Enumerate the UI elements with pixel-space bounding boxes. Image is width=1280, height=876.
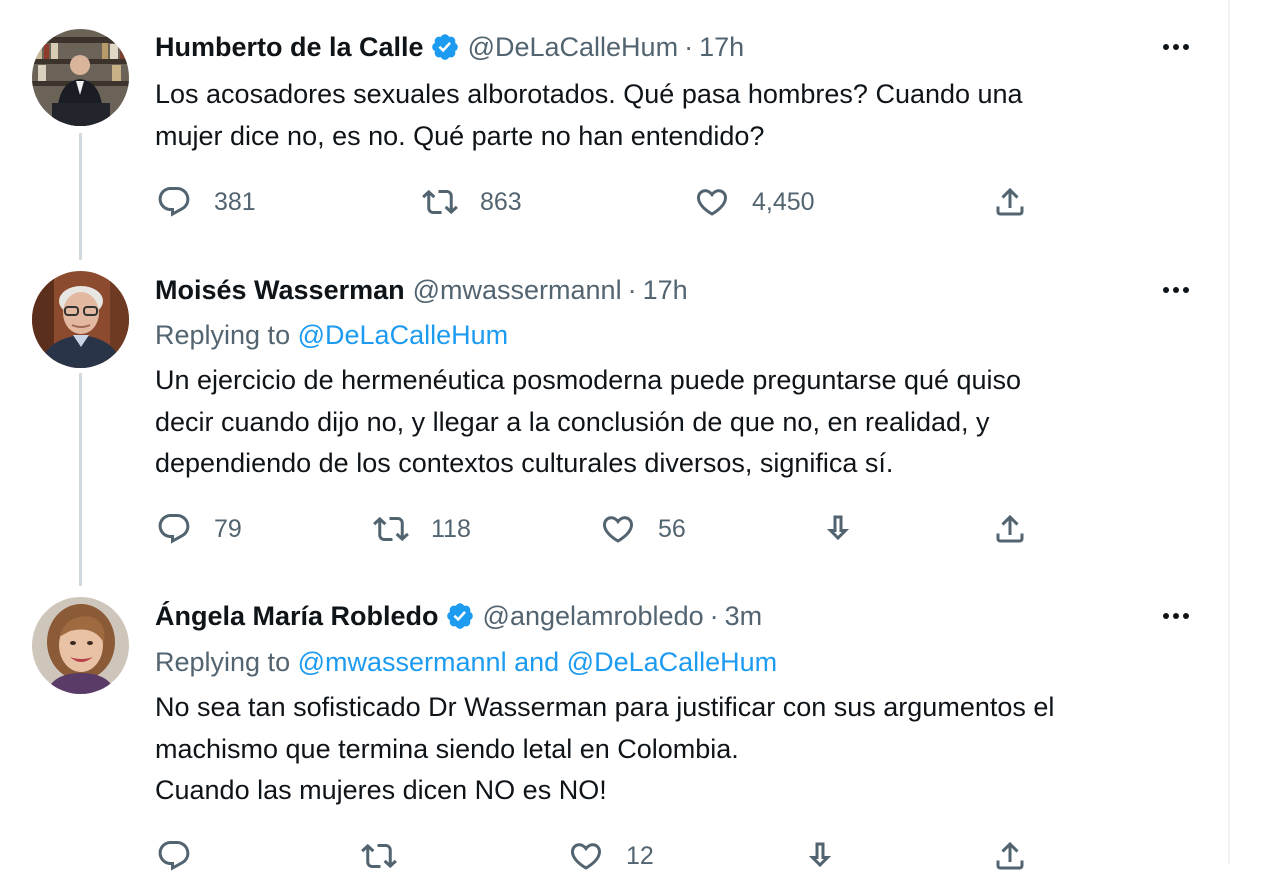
timestamp[interactable]: 17h bbox=[643, 272, 688, 308]
share-icon bbox=[992, 184, 1028, 220]
retweet-icon bbox=[373, 511, 409, 547]
downvote-button[interactable] bbox=[820, 509, 856, 549]
like-button[interactable]: 4,450 bbox=[694, 182, 815, 222]
like-button[interactable]: 12 bbox=[568, 836, 654, 876]
separator-dot: · bbox=[709, 601, 719, 631]
share-icon bbox=[992, 511, 1028, 547]
author-handle[interactable]: @mwassermannl bbox=[413, 272, 622, 308]
author-name[interactable]: Ángela María Robledo bbox=[155, 598, 439, 634]
verified-badge-icon bbox=[445, 601, 475, 631]
retweet-button[interactable]: 118 bbox=[373, 509, 471, 549]
separator-dot: · bbox=[627, 275, 637, 305]
like-count: 4,450 bbox=[752, 187, 815, 216]
author-handle[interactable]: @DeLaCalleHum bbox=[468, 29, 679, 65]
separator-dot: · bbox=[684, 32, 694, 62]
reply-count: 381 bbox=[214, 187, 256, 216]
like-icon bbox=[568, 838, 604, 874]
downvote-icon bbox=[802, 838, 838, 874]
tweet-text-line: Cuando las mujeres dicen NO es NO! bbox=[155, 775, 607, 805]
verified-badge-icon bbox=[430, 32, 460, 62]
downvote-icon bbox=[820, 511, 856, 547]
tweet-text-line: decir cuando dijo no, y llegar a la conc… bbox=[155, 406, 990, 437]
like-icon bbox=[600, 511, 636, 547]
tweet-text-line: dependiendo de los contextos culturales … bbox=[155, 448, 894, 478]
tweet-2[interactable]: Moisés Wasserman @mwassermannl · 17h Rep… bbox=[0, 260, 1228, 586]
reply-button[interactable]: 381 bbox=[156, 182, 256, 222]
more-options-icon[interactable] bbox=[1156, 598, 1196, 634]
tweet-header: Humberto de la Calle @DeLaCalleHum · 17h bbox=[155, 29, 744, 65]
more-options-icon[interactable] bbox=[1156, 272, 1196, 308]
replying-to-prefix: Replying to bbox=[155, 320, 291, 350]
share-icon bbox=[992, 838, 1028, 874]
tweet-text-line: Un ejercicio de hermenéutica posmoderna … bbox=[155, 365, 1022, 395]
tweet-text: No sea tan sofisticado Dr Wasserman para… bbox=[155, 687, 1205, 812]
reply-button[interactable] bbox=[156, 836, 192, 876]
replying-to: Replying to @mwassermannl and @DeLaCalle… bbox=[155, 643, 777, 681]
mention-link[interactable]: @mwassermannl bbox=[298, 647, 507, 677]
tweet-1[interactable]: Humberto de la Calle @DeLaCalleHum · 17h… bbox=[0, 0, 1228, 260]
avatar-angela[interactable] bbox=[32, 597, 129, 694]
replying-to: Replying to @DeLaCalleHum bbox=[155, 316, 508, 354]
like-count: 56 bbox=[658, 514, 686, 543]
reply-icon bbox=[156, 184, 192, 220]
reply-count: 79 bbox=[214, 514, 242, 543]
share-button[interactable] bbox=[992, 509, 1028, 549]
timeline-border bbox=[1228, 0, 1230, 864]
reply-icon bbox=[156, 838, 192, 874]
tweet-header: Ángela María Robledo @angelamrobledo · 3… bbox=[155, 598, 762, 634]
tweet-text-line: machismo que termina siendo letal en Col… bbox=[155, 733, 739, 764]
like-button[interactable]: 56 bbox=[600, 509, 686, 549]
retweet-button[interactable] bbox=[361, 836, 397, 876]
tweet-text-line: mujer dice no, es no. Qué parte no han e… bbox=[155, 120, 765, 151]
avatar-humberto[interactable] bbox=[32, 29, 129, 126]
share-button[interactable] bbox=[992, 182, 1028, 222]
downvote-button[interactable] bbox=[802, 836, 838, 876]
retweet-count: 118 bbox=[431, 514, 471, 543]
author-handle[interactable]: @angelamrobledo bbox=[483, 598, 704, 634]
timestamp[interactable]: 3m bbox=[725, 598, 763, 634]
timestamp[interactable]: 17h bbox=[699, 29, 744, 65]
tweet-text: Un ejercicio de hermenéutica posmoderna … bbox=[155, 360, 1205, 485]
replying-to-prefix: Replying to bbox=[155, 647, 291, 677]
thread-line bbox=[79, 373, 82, 586]
like-icon bbox=[694, 184, 730, 220]
retweet-count: 863 bbox=[480, 187, 522, 216]
author-name[interactable]: Moisés Wasserman bbox=[155, 272, 405, 308]
tweet-text: Los acosadores sexuales alborotados. Qué… bbox=[155, 74, 1205, 157]
mention-link[interactable]: @DeLaCalleHum bbox=[298, 320, 509, 350]
retweet-icon bbox=[361, 838, 397, 874]
retweet-icon bbox=[422, 184, 458, 220]
avatar-moises[interactable] bbox=[32, 271, 129, 368]
reply-button[interactable]: 79 bbox=[156, 509, 242, 549]
more-options-icon[interactable] bbox=[1156, 29, 1196, 65]
tweet-text-line: No sea tan sofisticado Dr Wasserman para… bbox=[155, 692, 1055, 722]
tweet-header: Moisés Wasserman @mwassermannl · 17h bbox=[155, 272, 688, 308]
author-name[interactable]: Humberto de la Calle bbox=[155, 29, 424, 65]
tweet-3[interactable]: Ángela María Robledo @angelamrobledo · 3… bbox=[0, 586, 1228, 871]
reply-icon bbox=[156, 511, 192, 547]
mention-link[interactable]: @DeLaCalleHum bbox=[567, 647, 778, 677]
retweet-button[interactable]: 863 bbox=[422, 182, 522, 222]
replying-to-joiner: and bbox=[514, 647, 560, 677]
like-count: 12 bbox=[626, 841, 654, 870]
tweet-text-line: Los acosadores sexuales alborotados. Qué… bbox=[155, 79, 1023, 109]
share-button[interactable] bbox=[992, 836, 1028, 876]
thread-line bbox=[79, 133, 82, 260]
